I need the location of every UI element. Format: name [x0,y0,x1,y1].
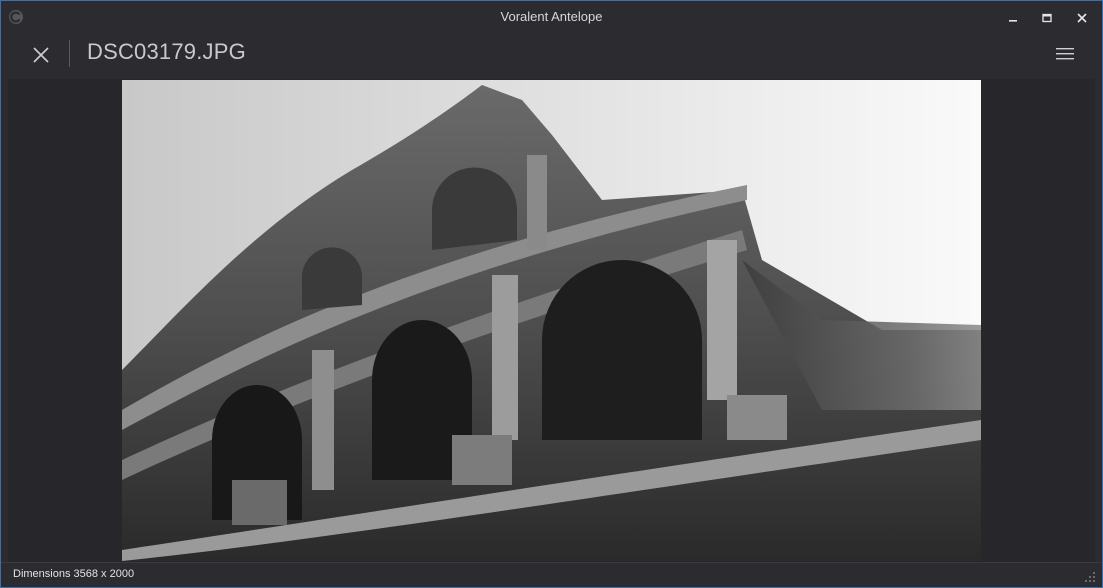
hamburger-menu-icon [1056,48,1074,60]
toolbar-divider [69,40,70,67]
image-dimensions: Dimensions 3568 x 2000 [13,568,135,580]
app-window: Voralent Antelope DSC03179.JPG Dimension… [0,0,1103,588]
status-bar: Dimensions 3568 x 2000 [1,562,1102,587]
image-viewport[interactable] [8,79,1095,562]
minimize-button[interactable] [998,6,1028,30]
close-image-button[interactable] [28,42,54,68]
maximize-button[interactable] [1032,6,1062,30]
colosseum-photo-image [122,80,981,561]
file-name: DSC03179.JPG [87,39,246,64]
minimize-icon [1009,20,1017,22]
resize-grip-icon[interactable] [1084,571,1096,583]
title-bar[interactable]: Voralent Antelope [1,1,1102,34]
close-icon [1077,13,1087,23]
close-icon [33,47,49,63]
maximize-icon [1042,13,1052,23]
menu-button[interactable] [1052,43,1078,65]
photo[interactable] [122,80,981,561]
window-close-button[interactable] [1067,6,1097,30]
window-title: Voralent Antelope [500,9,603,24]
viewer-toolbar: DSC03179.JPG [1,34,1102,79]
